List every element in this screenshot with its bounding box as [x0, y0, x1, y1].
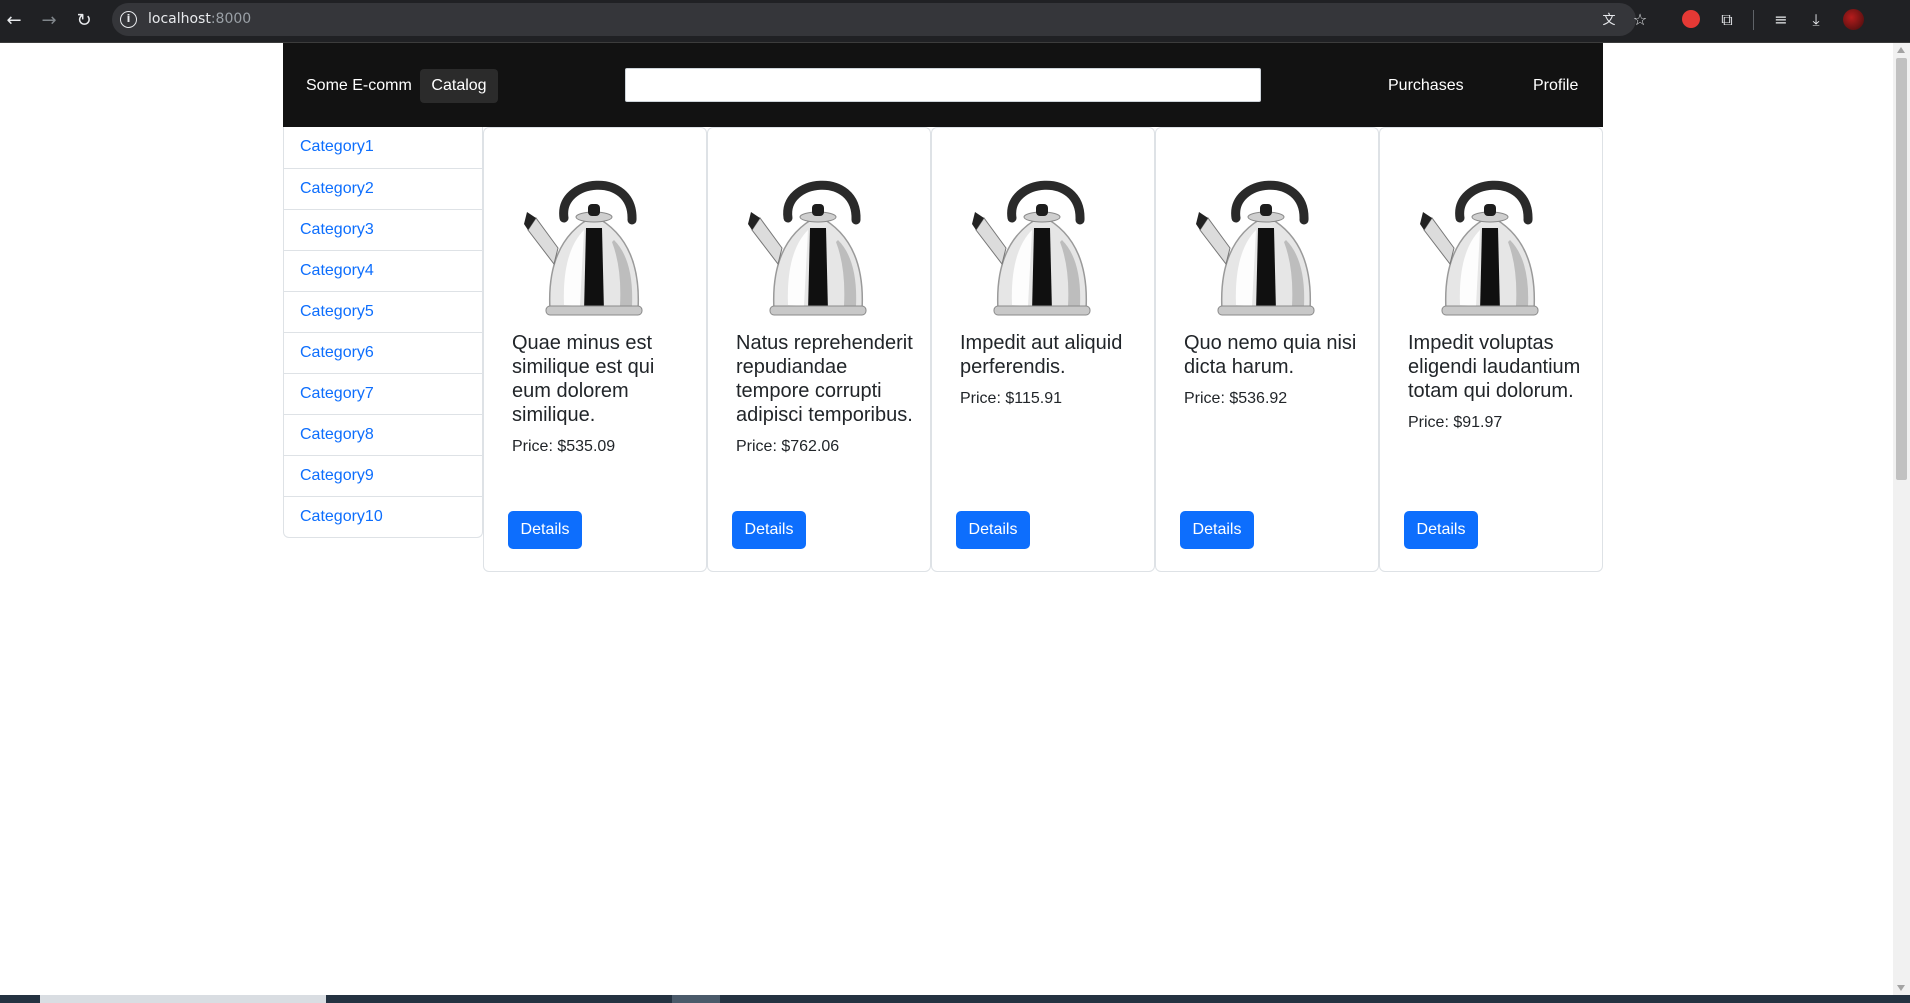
- os-taskbar: [0, 995, 1910, 1003]
- bookmark-star-icon[interactable]: ☆: [1628, 8, 1652, 32]
- product-title[interactable]: Quo nemo quia nisi dicta harum. Price: $…: [1184, 331, 1364, 409]
- site-info-icon[interactable]: i: [120, 11, 137, 28]
- forward-arrow-icon[interactable]: →: [35, 7, 63, 35]
- product-card: Impedit aut aliquid perferendis. Price: …: [931, 127, 1155, 572]
- puzzle-extensions-icon[interactable]: ⧉: [1715, 8, 1739, 32]
- taskbar-search-box[interactable]: [40, 995, 326, 1003]
- category-item[interactable]: Category3: [284, 209, 482, 250]
- browser-toolbar: ← → ↻ i localhost:8000 文 ☆ ⧉ ≡ ⤓: [0, 0, 1910, 43]
- category-item[interactable]: Category5: [284, 291, 482, 332]
- category-item[interactable]: Category8: [284, 414, 482, 455]
- details-button[interactable]: Details: [508, 511, 582, 549]
- profile-link[interactable]: Profile: [1533, 76, 1578, 96]
- scroll-up-icon[interactable]: [1897, 47, 1905, 53]
- kettle-image: [972, 160, 1112, 320]
- category-item[interactable]: Category7: [284, 373, 482, 414]
- product-card: Quae minus est similique est qui eum dol…: [483, 127, 707, 572]
- translate-icon[interactable]: 文: [1599, 11, 1619, 31]
- category-item[interactable]: Category4: [284, 250, 482, 291]
- address-bar[interactable]: i localhost:8000 文: [112, 3, 1636, 36]
- scroll-down-icon[interactable]: [1897, 985, 1905, 991]
- kettle-image: [748, 160, 888, 320]
- product-card: Natus reprehenderit repudiandae tempore …: [707, 127, 931, 572]
- product-title[interactable]: Impedit voluptas eligendi laudantium tot…: [1408, 331, 1588, 433]
- media-queue-icon[interactable]: ≡: [1769, 8, 1793, 32]
- app-navbar: Some E-comm Catalog Purchases Profile: [283, 43, 1603, 127]
- product-price: Price: $536.92: [1184, 390, 1288, 407]
- url-port: :8000: [210, 11, 252, 27]
- product-price: Price: $91.97: [1408, 414, 1503, 431]
- product-title[interactable]: Quae minus est similique est qui eum dol…: [512, 331, 692, 457]
- toolbar-divider: [1753, 10, 1754, 30]
- taskbar-app-button[interactable]: [672, 995, 720, 1003]
- category-item[interactable]: Category9: [284, 455, 482, 496]
- search-input[interactable]: [625, 68, 1261, 102]
- product-title-text[interactable]: Impedit voluptas eligendi laudantium tot…: [1408, 331, 1588, 403]
- product-card: Impedit voluptas eligendi laudantium tot…: [1379, 127, 1603, 572]
- product-price: Price: $115.91: [960, 390, 1062, 407]
- page-scrollbar[interactable]: [1893, 43, 1910, 995]
- kettle-image: [1196, 160, 1336, 320]
- product-title[interactable]: Impedit aut aliquid perferendis. Price: …: [960, 331, 1140, 409]
- catalog-button[interactable]: Catalog: [420, 69, 498, 103]
- download-icon[interactable]: ⤓: [1804, 8, 1828, 32]
- product-price: Price: $762.06: [736, 438, 840, 455]
- category-item[interactable]: Category1: [284, 127, 482, 168]
- product-title[interactable]: Natus reprehenderit repudiandae tempore …: [736, 331, 916, 457]
- product-price: Price: $535.09: [512, 438, 616, 455]
- category-list: Category1 Category2 Category3 Category4 …: [283, 127, 483, 538]
- details-button[interactable]: Details: [732, 511, 806, 549]
- product-title-text[interactable]: Quo nemo quia nisi dicta harum.: [1184, 331, 1364, 379]
- url-host: localhost: [148, 11, 211, 27]
- product-grid: Quae minus est similique est qui eum dol…: [483, 127, 1603, 572]
- address-url[interactable]: localhost:8000: [148, 11, 251, 28]
- product-card: Quo nemo quia nisi dicta harum. Price: $…: [1155, 127, 1379, 572]
- kettle-image: [524, 160, 664, 320]
- back-arrow-icon[interactable]: ←: [0, 7, 28, 35]
- extension-icon[interactable]: [1682, 10, 1700, 28]
- product-title-text[interactable]: Quae minus est similique est qui eum dol…: [512, 331, 692, 427]
- reload-icon[interactable]: ↻: [70, 7, 98, 35]
- category-item[interactable]: Category6: [284, 332, 482, 373]
- profile-avatar-icon[interactable]: [1843, 9, 1864, 30]
- scrollbar-thumb[interactable]: [1896, 58, 1907, 480]
- purchases-link[interactable]: Purchases: [1388, 76, 1464, 96]
- details-button[interactable]: Details: [1404, 511, 1478, 549]
- product-title-text[interactable]: Natus reprehenderit repudiandae tempore …: [736, 331, 916, 427]
- details-button[interactable]: Details: [1180, 511, 1254, 549]
- brand-link[interactable]: Some E-comm: [306, 76, 412, 96]
- kettle-image: [1420, 160, 1560, 320]
- category-item[interactable]: Category10: [284, 496, 482, 537]
- product-title-text[interactable]: Impedit aut aliquid perferendis.: [960, 331, 1140, 379]
- category-item[interactable]: Category2: [284, 168, 482, 209]
- details-button[interactable]: Details: [956, 511, 1030, 549]
